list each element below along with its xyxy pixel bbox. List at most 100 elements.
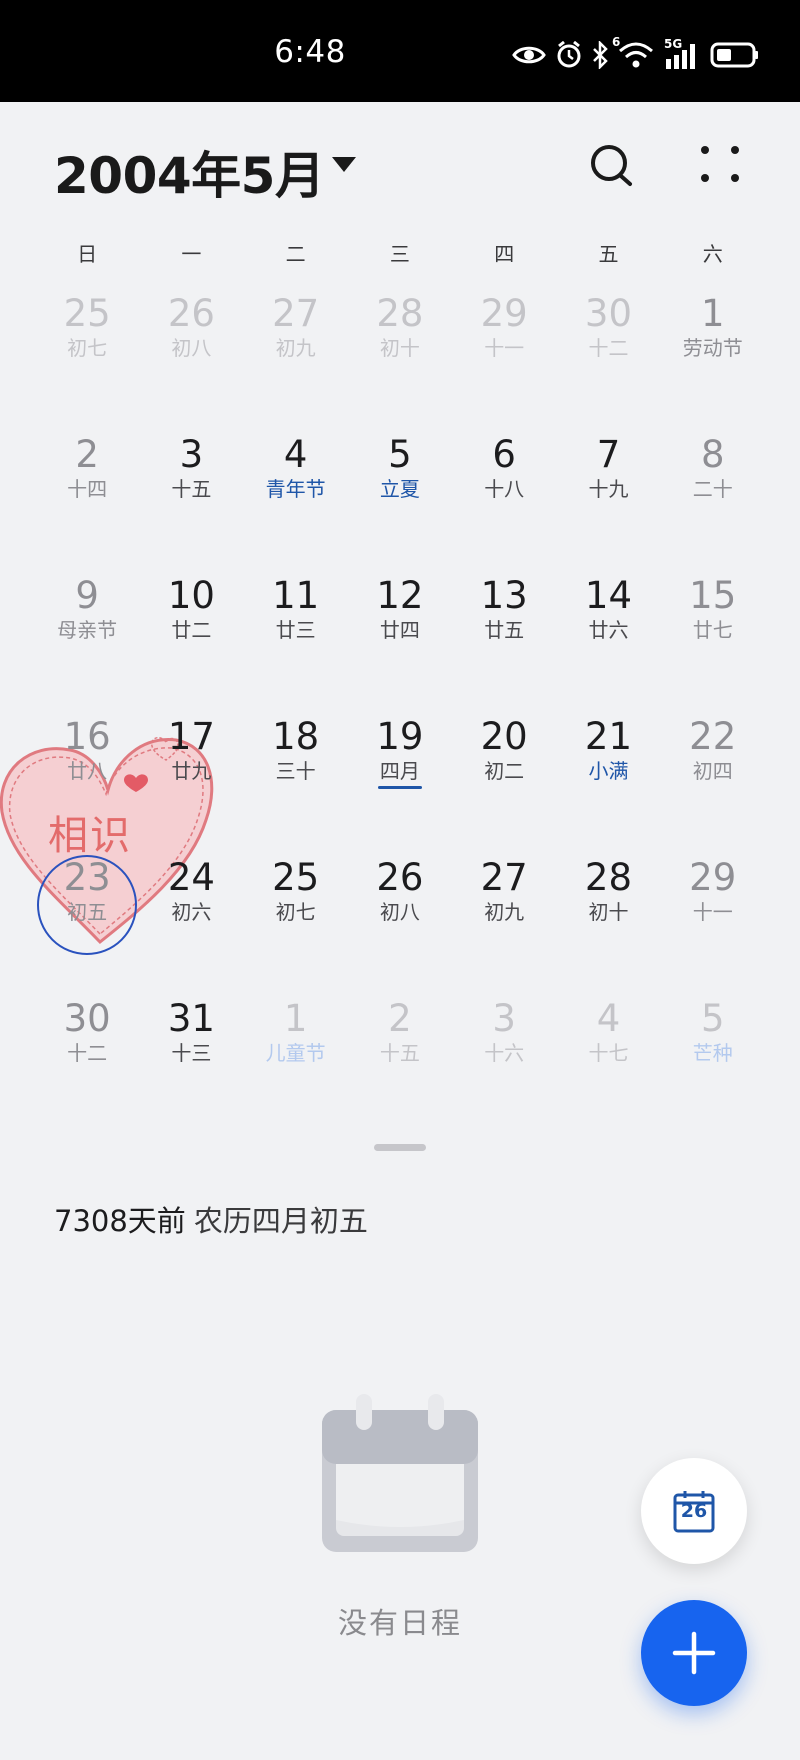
day-cell[interactable]: 2 十五 xyxy=(348,990,452,1131)
day-cell[interactable]: 4 青年节 xyxy=(244,426,348,567)
status-bar: 6:48 6 5G xyxy=(0,0,800,102)
day-cell[interactable]: 6 十八 xyxy=(452,426,556,567)
day-lunar: 初九 xyxy=(452,899,556,925)
day-lunar: 初七 xyxy=(35,335,139,361)
day-cell[interactable]: 2 十四 xyxy=(35,426,139,567)
day-cell[interactable]: 27 初九 xyxy=(452,849,556,990)
day-cell[interactable]: 20 初二 xyxy=(452,708,556,849)
day-cell[interactable]: 25 初七 xyxy=(244,849,348,990)
day-festival: 小满 xyxy=(556,758,660,784)
day-cell[interactable]: 7 十九 xyxy=(556,426,660,567)
days-ago-text: 7308天前 xyxy=(54,1204,186,1238)
day-sub-text: 廿二 xyxy=(171,618,212,642)
today-button[interactable]: 26 xyxy=(641,1458,747,1564)
day-lunar: 二十 xyxy=(661,476,765,502)
day-cell[interactable]: 10 廿二 xyxy=(139,567,243,708)
weekday-sat: 六 xyxy=(702,242,723,266)
day-sub-text: 三十 xyxy=(275,759,316,783)
day-cell[interactable]: 13 廿五 xyxy=(452,567,556,708)
day-number: 3 xyxy=(179,433,204,476)
day-cell[interactable]: 18 三十 xyxy=(244,708,348,849)
day-sub-text: 初四 xyxy=(692,759,733,783)
day-cell[interactable]: 14 廿六 xyxy=(556,567,660,708)
caret-down-icon[interactable] xyxy=(330,154,358,174)
today-underline xyxy=(377,786,422,789)
day-sub-text: 母亲节 xyxy=(57,618,118,642)
day-number: 20 xyxy=(480,715,528,758)
day-number: 14 xyxy=(584,574,632,617)
day-cell[interactable]: 17 廿九 xyxy=(139,708,243,849)
day-cell[interactable]: 30 十二 xyxy=(35,990,139,1131)
day-lunar: 十四 xyxy=(35,476,139,502)
calendar-grid: 25 初七 26 初八 27 初九 28 初十 29 十一 30 十二 1 劳动节 2 十四 3 十五 4 青年节 5 立… xyxy=(35,285,765,1131)
day-number: 19 xyxy=(376,715,424,758)
day-cell[interactable]: 26 初八 xyxy=(348,849,452,990)
day-cell[interactable]: 12 廿四 xyxy=(348,567,452,708)
day-number: 16 xyxy=(63,715,111,758)
day-cell[interactable]: 3 十五 xyxy=(139,426,243,567)
day-cell[interactable]: 3 十六 xyxy=(452,990,556,1131)
day-number: 31 xyxy=(167,997,215,1040)
day-cell[interactable]: 9 母亲节 xyxy=(35,567,139,708)
day-cell[interactable]: 1 劳动节 xyxy=(661,285,765,426)
plus-icon xyxy=(672,1631,716,1675)
day-sub-text: 十五 xyxy=(171,477,212,501)
day-number: 28 xyxy=(584,856,632,899)
day-cell[interactable]: 5 立夏 xyxy=(348,426,452,567)
search-icon[interactable] xyxy=(588,142,636,190)
day-number: 10 xyxy=(167,574,215,617)
day-sub-text: 十二 xyxy=(67,1041,108,1065)
day-cell[interactable]: 26 初八 xyxy=(139,285,243,426)
day-sub-text: 十六 xyxy=(484,1041,525,1065)
day-lunar: 十六 xyxy=(452,1040,556,1066)
drag-handle[interactable] xyxy=(374,1144,426,1151)
day-lunar: 四月 xyxy=(348,758,452,789)
day-festival: 芒种 xyxy=(661,1040,765,1066)
day-sub-text: 初七 xyxy=(275,900,316,924)
day-lunar: 初四 xyxy=(661,758,765,784)
day-cell[interactable]: 8 二十 xyxy=(661,426,765,567)
day-number: 13 xyxy=(480,574,528,617)
day-number: 5 xyxy=(388,433,412,476)
day-sub-text: 初七 xyxy=(67,336,108,360)
day-lunar: 十五 xyxy=(348,1040,452,1066)
day-cell[interactable]: 21 小满 xyxy=(556,708,660,849)
day-cell[interactable]: 15 廿七 xyxy=(661,567,765,708)
lunar-date-text: 农历四月初五 xyxy=(193,1204,368,1238)
day-cell[interactable]: 4 十七 xyxy=(556,990,660,1131)
day-sub-text: 劳动节 xyxy=(682,336,743,360)
day-sub-text: 初八 xyxy=(171,336,212,360)
day-number: 26 xyxy=(376,856,424,899)
day-cell[interactable]: 29 十一 xyxy=(452,285,556,426)
day-cell[interactable]: 29 十一 xyxy=(661,849,765,990)
day-number: 25 xyxy=(272,856,320,899)
day-number: 7 xyxy=(596,433,621,476)
day-cell[interactable]: 5 芒种 xyxy=(661,990,765,1131)
day-cell[interactable]: 31 十三 xyxy=(139,990,243,1131)
day-cell[interactable]: 28 初十 xyxy=(348,285,452,426)
day-sub-text: 初五 xyxy=(67,900,108,924)
today-day-number: 26 xyxy=(680,1500,708,1522)
day-lunar: 初六 xyxy=(139,899,243,925)
day-cell[interactable]: 22 初四 xyxy=(661,708,765,849)
day-festival: 劳动节 xyxy=(661,335,765,361)
day-lunar: 初八 xyxy=(139,335,243,361)
day-cell[interactable]: 30 十二 xyxy=(556,285,660,426)
more-icon[interactable] xyxy=(698,142,742,186)
day-cell[interactable]: 23 初五 xyxy=(35,849,139,990)
day-cell[interactable]: 27 初九 xyxy=(244,285,348,426)
day-number: 18 xyxy=(272,715,320,758)
month-title[interactable]: 2004年5月 xyxy=(54,136,325,208)
eye-icon xyxy=(512,46,546,64)
day-sub-text: 十二 xyxy=(588,336,629,360)
5g-signal-icon: 5G xyxy=(664,37,700,69)
day-cell[interactable]: 11 廿三 xyxy=(244,567,348,708)
day-festival: 青年节 xyxy=(244,476,348,502)
day-cell[interactable]: 19 四月 xyxy=(348,708,452,849)
day-lunar: 十五 xyxy=(139,476,243,502)
day-cell[interactable]: 24 初六 xyxy=(139,849,243,990)
day-cell[interactable]: 28 初十 xyxy=(556,849,660,990)
day-cell[interactable]: 25 初七 xyxy=(35,285,139,426)
add-event-button[interactable] xyxy=(641,1600,747,1706)
day-cell[interactable]: 1 儿童节 xyxy=(244,990,348,1131)
